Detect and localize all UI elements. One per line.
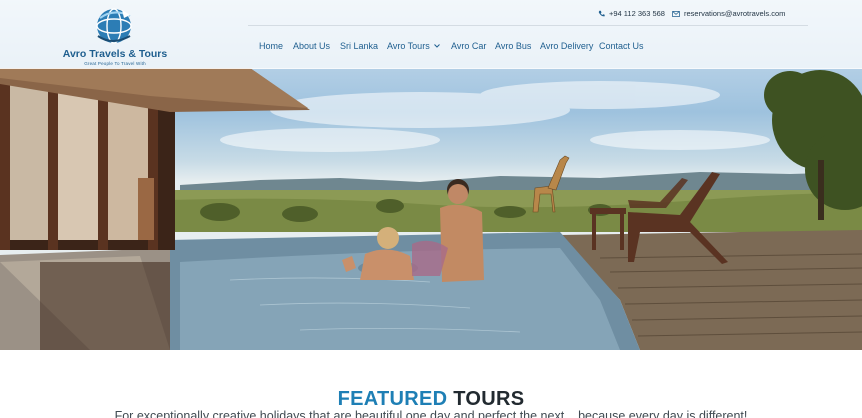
- header-divider: [248, 25, 808, 26]
- nav-avro-bus[interactable]: Avro Bus: [495, 41, 531, 51]
- contact-email-text: reservations@avrotravels.com: [684, 9, 786, 18]
- logo-title: Avro Travels & Tours: [62, 48, 168, 60]
- contact-phone-text: +94 112 363 568: [609, 9, 665, 18]
- logo-tagline: Great People To Travel With: [84, 61, 146, 66]
- nav-avro-delivery[interactable]: Avro Delivery: [540, 41, 593, 51]
- nav-avro-tours[interactable]: Avro Tours: [387, 41, 440, 51]
- featured-tours-heading: FEATURED TOURS: [0, 388, 862, 411]
- nav-avro-car[interactable]: Avro Car: [451, 41, 486, 51]
- nav-sri-lanka[interactable]: Sri Lanka: [340, 41, 378, 51]
- chevron-down-icon: [433, 44, 440, 48]
- phone-icon: [598, 10, 605, 17]
- nav-avro-tours-label: Avro Tours: [387, 41, 430, 51]
- featured-heading-rest: TOURS: [453, 388, 525, 410]
- contact-phone[interactable]: +94 112 363 568: [598, 9, 665, 18]
- globe-logo-icon: [96, 8, 132, 44]
- nav-contact-us[interactable]: Contact Us: [599, 41, 644, 51]
- featured-tours-subtitle: For exceptionally creative holidays that…: [114, 409, 748, 418]
- logo[interactable]: Avro Travels & Tours Great People To Tra…: [60, 4, 170, 66]
- envelope-icon: [672, 10, 680, 17]
- featured-heading-highlight: FEATURED: [337, 388, 448, 410]
- site-header: Avro Travels & Tours Great People To Tra…: [0, 0, 862, 69]
- contact-email[interactable]: reservations@avrotravels.com: [672, 9, 785, 18]
- nav-home[interactable]: Home: [259, 41, 283, 51]
- nav-about-us[interactable]: About Us: [293, 41, 330, 51]
